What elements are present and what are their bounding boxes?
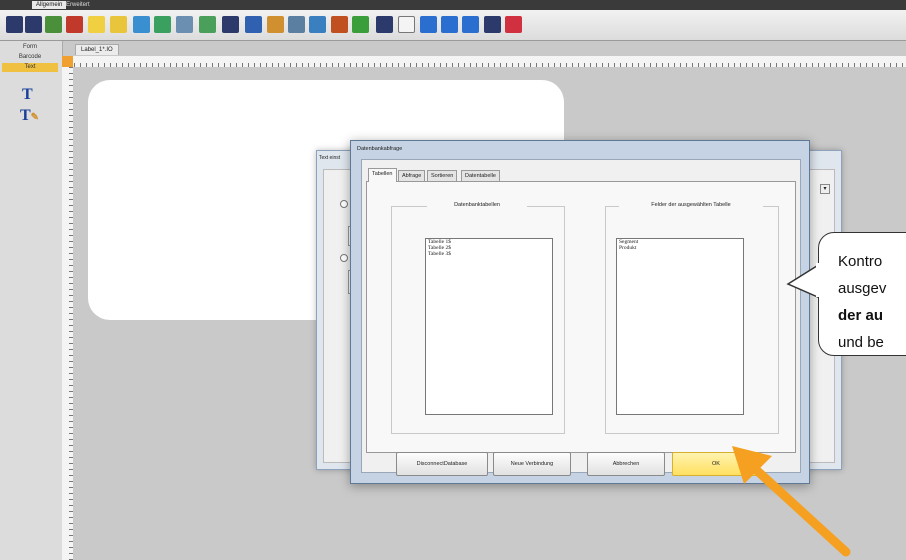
copy-icon[interactable]: [245, 16, 262, 33]
back-radio-1[interactable]: [340, 200, 348, 208]
callout-line-2: ausgev: [838, 280, 887, 297]
tables-listbox[interactable]: Tabelle 1$ Tabelle 2$ Tabelle 3$: [425, 238, 553, 415]
stop-icon[interactable]: [505, 16, 522, 33]
list-item[interactable]: Produkt: [617, 245, 743, 251]
print-icon[interactable]: [45, 16, 62, 33]
text-tool-icon[interactable]: T: [22, 86, 33, 104]
toolbar-icon-18[interactable]: [376, 16, 393, 33]
trash-icon[interactable]: [309, 16, 326, 33]
new-connection-button[interactable]: Neue Verbindung: [493, 452, 571, 476]
connect-icon[interactable]: [199, 16, 216, 33]
toolbar-icon-2[interactable]: [25, 16, 42, 33]
folder-icon[interactable]: [88, 16, 105, 33]
tab-tabellen[interactable]: Tabellen: [368, 168, 397, 182]
fields-listbox[interactable]: Segment Produkt: [616, 238, 744, 415]
tab-erweitert[interactable]: Erweitert: [62, 1, 94, 9]
list-item[interactable]: Tabelle 3$: [426, 251, 552, 257]
paste-icon[interactable]: [267, 16, 284, 33]
document-tab[interactable]: Label_1*.IO: [75, 44, 119, 55]
panel-item-text[interactable]: Text: [2, 63, 58, 72]
crosshair-icon[interactable]: [288, 16, 305, 33]
tabellen-panel: Datenbanktabellen Tabelle 1$ Tabelle 2$ …: [366, 181, 796, 453]
undo-icon[interactable]: [331, 16, 348, 33]
callout-text: Kontro ausgev der au und be: [838, 248, 906, 356]
callout-line-1: Kontro: [838, 253, 883, 270]
database-query-dialog: Datenbankabfrage Tabellen Abfrage Sortie…: [350, 140, 810, 484]
align-center-icon[interactable]: [441, 16, 458, 33]
panel-item-barcode[interactable]: Barcode: [2, 53, 58, 62]
toolbar-icon-1[interactable]: [6, 16, 23, 33]
grid-icon[interactable]: [154, 16, 171, 33]
fields-group-label: Felder der ausgewählten Tabelle: [619, 202, 763, 208]
back-dropdown-arrow[interactable]: ▾: [820, 184, 830, 194]
dialog-title: Datenbankabfrage: [357, 146, 403, 152]
callout-tail-cover: [816, 263, 822, 297]
align-right-icon[interactable]: [462, 16, 479, 33]
print-preview-icon[interactable]: [66, 16, 83, 33]
rich-text-tool-icon[interactable]: T✎: [20, 107, 39, 125]
frame-icon[interactable]: [398, 16, 415, 33]
ruler-corner: [62, 56, 73, 67]
disconnect-database-button[interactable]: DisconnectDatabase: [396, 452, 488, 476]
database-icon[interactable]: [133, 16, 150, 33]
toolbar-icon-11[interactable]: [222, 16, 239, 33]
orange-arrow-icon: [732, 446, 851, 557]
label-icon[interactable]: [110, 16, 127, 33]
dialog-titlebar[interactable]: Datenbankabfrage: [351, 141, 809, 159]
tables-group-label: Datenbanktabellen: [427, 202, 527, 208]
callout-line-3: der au: [838, 307, 884, 324]
pointer-icon[interactable]: [484, 16, 501, 33]
callout-line-4: und be: [838, 334, 884, 351]
back-radio-2[interactable]: [340, 254, 348, 262]
align-left-icon[interactable]: [420, 16, 437, 33]
toolbar: [0, 10, 906, 41]
cancel-button[interactable]: Abbrechen: [587, 452, 665, 476]
redo-icon[interactable]: [352, 16, 369, 33]
text-settings-title: Text einst: [319, 155, 341, 161]
dialog-body: Tabellen Abfrage Sortieren Datentabelle …: [361, 159, 801, 476]
top-tab-strip: Allgemein Erweitert: [0, 0, 906, 10]
house-icon[interactable]: [176, 16, 193, 33]
left-tool-panel: Form Barcode Text T T✎: [0, 41, 63, 560]
panel-item-form[interactable]: Form: [2, 43, 58, 52]
